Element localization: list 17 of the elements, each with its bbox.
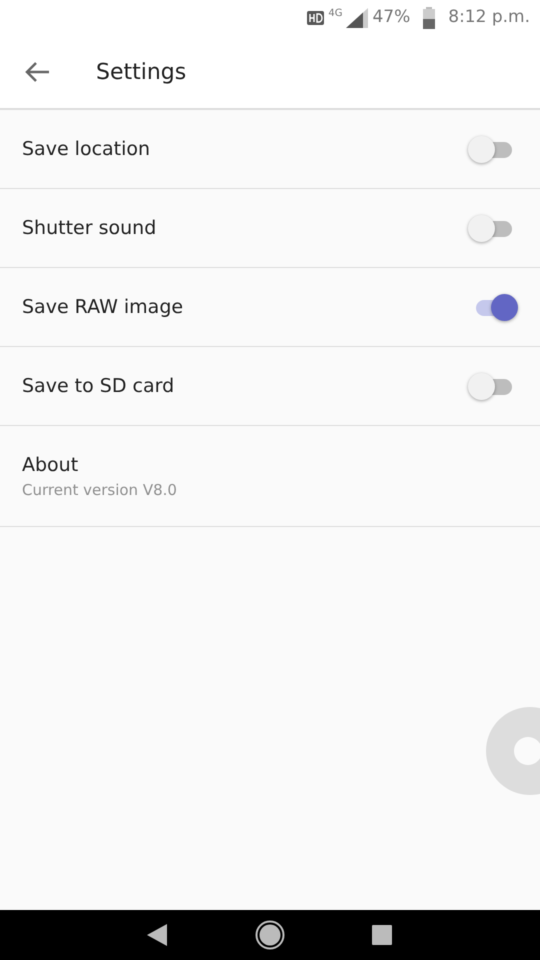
back-nav-icon[interactable] [147,923,169,947]
setting-label: Save to SD card [22,374,174,399]
back-icon[interactable] [24,61,50,83]
recents-nav-icon[interactable] [371,924,393,946]
battery-icon [422,7,436,29]
screen-title: Settings [96,58,186,86]
network-type: 4G [328,7,342,21]
setting-label: Save location [22,136,150,162]
signal-icon [346,8,368,28]
hd-icon [307,11,324,25]
battery-percent: 47% [372,6,410,30]
setting-label: Save RAW image [22,294,184,320]
setting-subtitle: Current version V8.0 [22,480,178,501]
clock: 8:12 p.m. [448,6,530,30]
home-nav-icon[interactable] [255,920,285,950]
setting-label: Shutter sound [22,216,156,241]
setting-label: About [22,452,80,478]
